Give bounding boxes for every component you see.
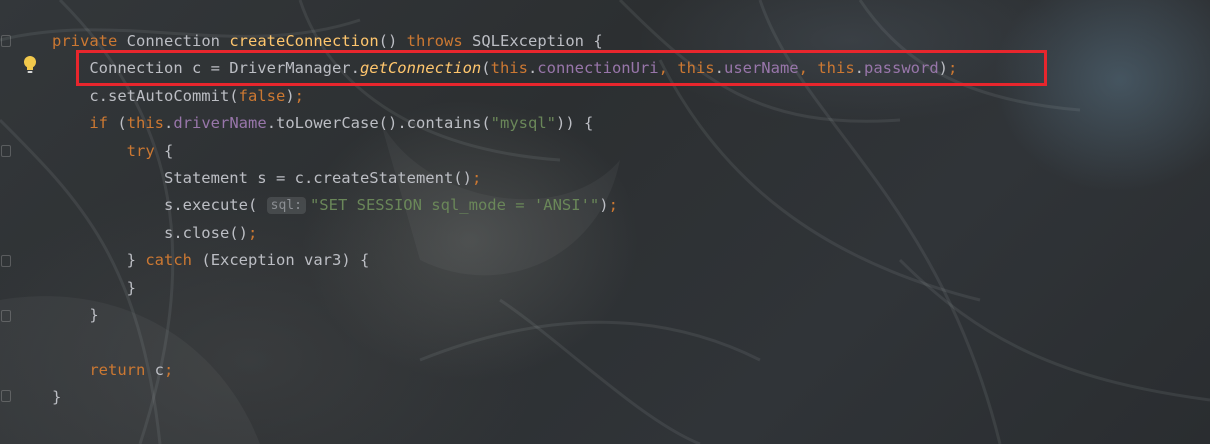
fold-marker-icon[interactable] [1, 255, 11, 267]
exception-type: SQLException { [472, 32, 603, 50]
semicolon: ; [608, 196, 618, 215]
string-literal: "mysql" [490, 114, 556, 133]
code-line-5: try { [52, 138, 957, 165]
parens: () [378, 32, 398, 50]
punct: )) { [555, 114, 594, 133]
string-literal: "SET SESSION sql_mode = 'ANSI'" [309, 196, 600, 215]
keyword: return [89, 360, 146, 379]
editor-gutter [0, 0, 14, 444]
code-line-14: } [52, 384, 957, 411]
semicolon: ; [247, 223, 258, 242]
highlight-annotation-box [76, 50, 1047, 86]
code-line-9: } catch (Exception var3) { [52, 247, 957, 274]
code-line-8: s.close(); [52, 220, 957, 247]
semicolon: ; [471, 168, 482, 187]
keyword: throws [406, 32, 463, 50]
statement-text: (Exception var3) { [201, 251, 370, 270]
code-line-6: Statement s = c.createStatement(); [52, 165, 957, 192]
code-editor[interactable]: private Connection createConnection() th… [0, 0, 1210, 444]
punct: } [126, 278, 136, 297]
punct: ( [117, 114, 127, 133]
lightbulb-icon[interactable] [22, 55, 38, 75]
field-name: driverName [173, 114, 267, 133]
punct: } [126, 251, 136, 270]
keyword: if [89, 114, 108, 133]
code-line-11: } [52, 302, 957, 329]
statement-text: c.setAutoCommit( [89, 86, 239, 105]
statement-text: s.execute( [163, 196, 258, 215]
keyword: try [126, 141, 155, 160]
fold-marker-icon[interactable] [1, 145, 11, 157]
fold-marker-icon[interactable] [1, 35, 11, 47]
fold-marker-icon[interactable] [1, 390, 11, 402]
semicolon: ; [164, 360, 174, 379]
punct: } [52, 388, 62, 407]
punct: { [164, 141, 174, 160]
keyword: private [52, 32, 118, 50]
statement-text: Statement s = c.createStatement() [163, 168, 472, 187]
code-line-4: if (this.driverName.toLowerCase().contai… [89, 114, 594, 133]
code-line-7: s.execute( sql: "SET SESSION sql_mode = '… [52, 192, 957, 219]
method-name: createConnection [229, 32, 379, 50]
code-line-13: return c; [52, 357, 957, 384]
semicolon: ; [294, 86, 304, 105]
punct: } [89, 305, 99, 324]
keyword: catch [145, 251, 193, 270]
code-line-10: } [52, 275, 957, 302]
statement-text: .toLowerCase().contains( [266, 114, 491, 133]
parameter-hint: sql: [266, 197, 306, 215]
keyword: false [238, 86, 286, 105]
fold-marker-icon[interactable] [1, 310, 11, 322]
type-name: Connection [126, 32, 220, 50]
keyword: this [126, 114, 165, 133]
punct: ) [285, 86, 295, 105]
punct: ) [599, 196, 609, 215]
code-line-3: c.setAutoCommit(false); [52, 83, 957, 110]
statement-text: s.close() [163, 223, 248, 242]
statement-text: c [154, 360, 165, 379]
